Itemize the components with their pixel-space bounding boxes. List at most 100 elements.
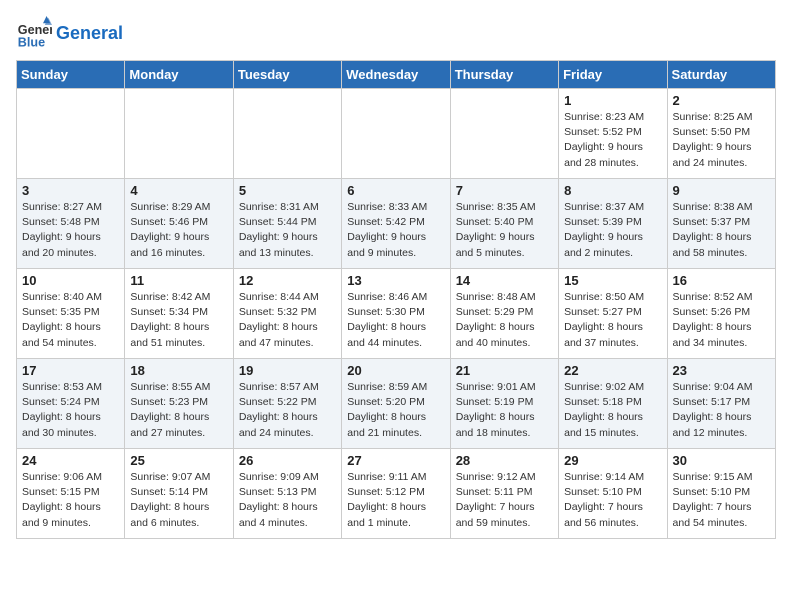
day-number: 22 (564, 363, 661, 378)
day-info: Sunrise: 8:38 AM Sunset: 5:37 PM Dayligh… (673, 200, 770, 261)
day-info: Sunrise: 9:04 AM Sunset: 5:17 PM Dayligh… (673, 380, 770, 441)
calendar-cell: 1Sunrise: 8:23 AM Sunset: 5:52 PM Daylig… (559, 89, 667, 179)
day-info: Sunrise: 9:15 AM Sunset: 5:10 PM Dayligh… (673, 470, 770, 531)
day-number: 2 (673, 93, 770, 108)
day-number: 11 (130, 273, 227, 288)
day-number: 15 (564, 273, 661, 288)
day-number: 14 (456, 273, 553, 288)
header-saturday: Saturday (667, 61, 775, 89)
header-thursday: Thursday (450, 61, 558, 89)
header-friday: Friday (559, 61, 667, 89)
day-info: Sunrise: 8:46 AM Sunset: 5:30 PM Dayligh… (347, 290, 444, 351)
calendar-week-row: 1Sunrise: 8:23 AM Sunset: 5:52 PM Daylig… (17, 89, 776, 179)
header-wednesday: Wednesday (342, 61, 450, 89)
day-info: Sunrise: 8:42 AM Sunset: 5:34 PM Dayligh… (130, 290, 227, 351)
calendar-week-row: 3 Sunrise: 8:27 AM Sunset: 5:48 PM Daylig… (17, 179, 776, 269)
calendar-cell (125, 89, 233, 179)
day-number: 30 (673, 453, 770, 468)
calendar-cell: 13Sunrise: 8:46 AM Sunset: 5:30 PM Dayli… (342, 269, 450, 359)
day-info: Sunrise: 9:01 AM Sunset: 5:19 PM Dayligh… (456, 380, 553, 441)
day-number: 3 (22, 183, 119, 198)
calendar-cell: 15 Sunrise: 8:50 AM Sunset: 5:27 PM Dayli… (559, 269, 667, 359)
day-number: 26 (239, 453, 336, 468)
day-info: Sunrise: 9:02 AM Sunset: 5:18 PM Dayligh… (564, 380, 661, 441)
day-number: 16 (673, 273, 770, 288)
day-info: Sunrise: 9:09 AM Sunset: 5:13 PM Dayligh… (239, 470, 336, 531)
day-number: 1 (564, 93, 661, 108)
calendar-cell: 27 Sunrise: 9:11 AM Sunset: 5:12 PM Dayli… (342, 449, 450, 539)
day-number: 20 (347, 363, 444, 378)
calendar-cell: 2 Sunrise: 8:25 AM Sunset: 5:50 PM Daylig… (667, 89, 775, 179)
calendar-cell (233, 89, 341, 179)
calendar-cell: 16 Sunrise: 8:52 AM Sunset: 5:26 PM Dayli… (667, 269, 775, 359)
day-number: 21 (456, 363, 553, 378)
day-number: 4 (130, 183, 227, 198)
calendar-week-row: 17 Sunrise: 8:53 AM Sunset: 5:24 PM Dayli… (17, 359, 776, 449)
day-number: 9 (673, 183, 770, 198)
day-number: 24 (22, 453, 119, 468)
day-info: Sunrise: 9:07 AM Sunset: 5:14 PM Dayligh… (130, 470, 227, 531)
logo: General Blue General (16, 16, 123, 52)
day-info: Sunrise: 8:55 AM Sunset: 5:23 PM Dayligh… (130, 380, 227, 441)
calendar-cell: 25 Sunrise: 9:07 AM Sunset: 5:14 PM Dayli… (125, 449, 233, 539)
day-number: 25 (130, 453, 227, 468)
calendar-cell: 10 Sunrise: 8:40 AM Sunset: 5:35 PM Dayli… (17, 269, 125, 359)
calendar-cell: 12Sunrise: 8:44 AM Sunset: 5:32 PM Dayli… (233, 269, 341, 359)
header-sunday: Sunday (17, 61, 125, 89)
day-info: Sunrise: 8:37 AM Sunset: 5:39 PM Dayligh… (564, 200, 661, 261)
day-number: 6 (347, 183, 444, 198)
day-info: Sunrise: 8:48 AM Sunset: 5:29 PM Dayligh… (456, 290, 553, 351)
calendar-cell: 30 Sunrise: 9:15 AM Sunset: 5:10 PM Dayli… (667, 449, 775, 539)
calendar-cell: 20 Sunrise: 8:59 AM Sunset: 5:20 PM Dayli… (342, 359, 450, 449)
calendar-week-row: 24Sunrise: 9:06 AM Sunset: 5:15 PM Dayli… (17, 449, 776, 539)
calendar-week-row: 10 Sunrise: 8:40 AM Sunset: 5:35 PM Dayli… (17, 269, 776, 359)
calendar-cell: 8Sunrise: 8:37 AM Sunset: 5:39 PM Daylig… (559, 179, 667, 269)
day-number: 10 (22, 273, 119, 288)
day-info: Sunrise: 8:40 AM Sunset: 5:35 PM Dayligh… (22, 290, 119, 351)
calendar-cell: 29Sunrise: 9:14 AM Sunset: 5:10 PM Dayli… (559, 449, 667, 539)
calendar-cell: 11 Sunrise: 8:42 AM Sunset: 5:34 PM Dayli… (125, 269, 233, 359)
header-monday: Monday (125, 61, 233, 89)
day-number: 17 (22, 363, 119, 378)
day-info: Sunrise: 8:33 AM Sunset: 5:42 PM Dayligh… (347, 200, 444, 261)
day-info: Sunrise: 8:44 AM Sunset: 5:32 PM Dayligh… (239, 290, 336, 351)
day-number: 29 (564, 453, 661, 468)
day-info: Sunrise: 8:53 AM Sunset: 5:24 PM Dayligh… (22, 380, 119, 441)
calendar-cell: 18 Sunrise: 8:55 AM Sunset: 5:23 PM Dayli… (125, 359, 233, 449)
day-info: Sunrise: 8:35 AM Sunset: 5:40 PM Dayligh… (456, 200, 553, 261)
header-tuesday: Tuesday (233, 61, 341, 89)
day-info: Sunrise: 8:50 AM Sunset: 5:27 PM Dayligh… (564, 290, 661, 351)
calendar-cell (17, 89, 125, 179)
day-info: Sunrise: 8:25 AM Sunset: 5:50 PM Dayligh… (673, 110, 770, 171)
day-info: Sunrise: 8:59 AM Sunset: 5:20 PM Dayligh… (347, 380, 444, 441)
logo-text: General (56, 24, 123, 44)
calendar-cell (342, 89, 450, 179)
day-info: Sunrise: 9:11 AM Sunset: 5:12 PM Dayligh… (347, 470, 444, 531)
page-header: General Blue General (16, 16, 776, 52)
calendar-cell: 7Sunrise: 8:35 AM Sunset: 5:40 PM Daylig… (450, 179, 558, 269)
calendar-cell: 4Sunrise: 8:29 AM Sunset: 5:46 PM Daylig… (125, 179, 233, 269)
day-number: 23 (673, 363, 770, 378)
calendar-cell: 26 Sunrise: 9:09 AM Sunset: 5:13 PM Dayli… (233, 449, 341, 539)
calendar-cell: 9 Sunrise: 8:38 AM Sunset: 5:37 PM Daylig… (667, 179, 775, 269)
calendar-cell: 17 Sunrise: 8:53 AM Sunset: 5:24 PM Dayli… (17, 359, 125, 449)
calendar-cell: 24Sunrise: 9:06 AM Sunset: 5:15 PM Dayli… (17, 449, 125, 539)
calendar-cell: 3 Sunrise: 8:27 AM Sunset: 5:48 PM Daylig… (17, 179, 125, 269)
calendar-cell: 28 Sunrise: 9:12 AM Sunset: 5:11 PM Dayli… (450, 449, 558, 539)
weekday-header-row: Sunday Monday Tuesday Wednesday Thursday… (17, 61, 776, 89)
day-number: 18 (130, 363, 227, 378)
day-info: Sunrise: 8:27 AM Sunset: 5:48 PM Dayligh… (22, 200, 119, 261)
calendar-cell: 22 Sunrise: 9:02 AM Sunset: 5:18 PM Dayli… (559, 359, 667, 449)
day-info: Sunrise: 8:52 AM Sunset: 5:26 PM Dayligh… (673, 290, 770, 351)
svg-text:Blue: Blue (18, 36, 45, 50)
day-number: 27 (347, 453, 444, 468)
logo-icon: General Blue (16, 16, 52, 52)
calendar-cell: 23 Sunrise: 9:04 AM Sunset: 5:17 PM Dayli… (667, 359, 775, 449)
day-number: 19 (239, 363, 336, 378)
day-info: Sunrise: 8:31 AM Sunset: 5:44 PM Dayligh… (239, 200, 336, 261)
calendar-cell (450, 89, 558, 179)
day-info: Sunrise: 9:12 AM Sunset: 5:11 PM Dayligh… (456, 470, 553, 531)
day-number: 28 (456, 453, 553, 468)
calendar-cell: 14 Sunrise: 8:48 AM Sunset: 5:29 PM Dayli… (450, 269, 558, 359)
calendar-cell: 21 Sunrise: 9:01 AM Sunset: 5:19 PM Dayli… (450, 359, 558, 449)
